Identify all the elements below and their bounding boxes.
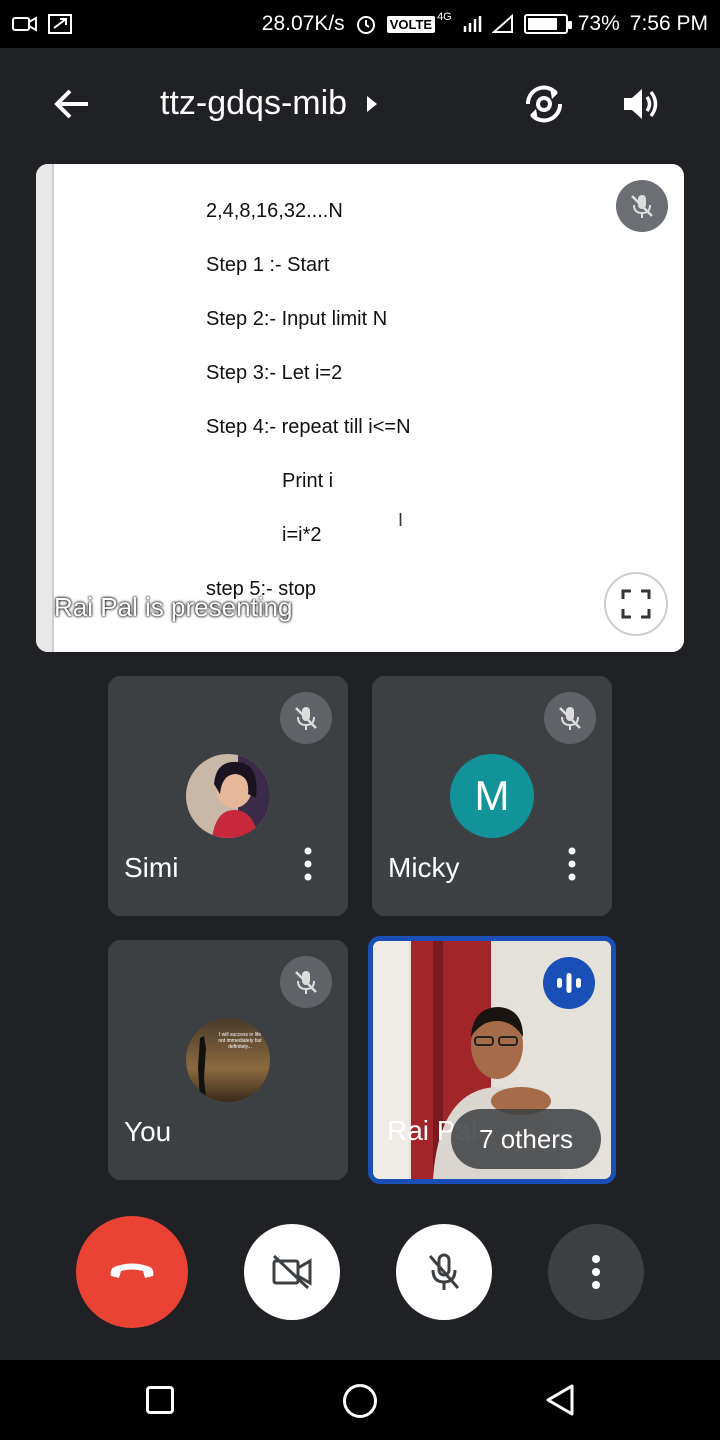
doc-line: Step 4:- repeat till i<=N xyxy=(206,416,411,438)
mute-badge xyxy=(280,692,332,744)
mic-off-icon xyxy=(631,195,653,218)
doc-line: Print i xyxy=(282,470,334,492)
screen-cast-notification-icon xyxy=(48,14,72,34)
participant-name: Simi xyxy=(124,852,179,883)
signal-icon xyxy=(463,16,481,32)
more-vert-icon xyxy=(304,847,312,881)
video-call-notification-icon xyxy=(12,16,37,32)
avatar: I will success in life not immediately b… xyxy=(186,1018,270,1102)
avatar-quote: I will success in life not immediately b… xyxy=(218,1032,262,1050)
avatar: M xyxy=(450,754,534,838)
doc-line: Step 1 :- Start xyxy=(206,254,330,276)
audio-level-icon xyxy=(557,973,581,993)
battery-percent: 73% xyxy=(577,12,620,35)
end-call-button[interactable] xyxy=(76,1216,188,1328)
back-button[interactable] xyxy=(52,84,92,124)
alarm-icon xyxy=(356,16,375,34)
participant-tile-micky[interactable]: M Micky xyxy=(372,676,612,916)
home-icon[interactable] xyxy=(343,1384,377,1418)
more-options-button[interactable] xyxy=(304,847,312,886)
more-options-button[interactable] xyxy=(568,847,576,886)
doc-line: 2,4,8,16,32....N xyxy=(206,200,343,222)
presenter-mute-badge xyxy=(616,180,668,232)
more-vert-icon xyxy=(568,847,576,881)
mic-toggle-button[interactable] xyxy=(396,1224,492,1320)
doc-line: Step 3:- Let i=2 xyxy=(206,362,343,384)
clock: 7:56 PM xyxy=(629,12,708,35)
document-margin xyxy=(36,164,54,652)
system-nav-bar xyxy=(0,1360,720,1440)
back-icon[interactable] xyxy=(544,1383,576,1417)
mute-badge xyxy=(280,956,332,1008)
camera-toggle-button[interactable] xyxy=(244,1224,340,1320)
mic-off-icon xyxy=(559,707,581,730)
meeting-title[interactable]: ttz-gdqs-mib xyxy=(160,84,379,123)
participant-tile-you[interactable]: I will success in life not immediately b… xyxy=(108,940,348,1180)
mute-badge xyxy=(544,692,596,744)
chevron-right-icon xyxy=(367,95,378,112)
doc-line: Step 2:- Input limit N xyxy=(206,308,388,330)
status-bar: 28.07K/s VOLTE 4G 73% 7:56 PM xyxy=(0,0,720,48)
mic-off-icon xyxy=(428,1253,460,1290)
back-arrow-icon xyxy=(54,89,88,119)
speaking-indicator xyxy=(543,957,595,1009)
participant-name: You xyxy=(124,1116,172,1147)
mic-off-icon xyxy=(295,971,317,994)
more-vert-icon xyxy=(592,1255,600,1289)
participant-name: Micky xyxy=(388,852,460,883)
speaker-icon xyxy=(624,89,658,119)
recents-icon[interactable] xyxy=(146,1386,174,1414)
more-options-button[interactable] xyxy=(548,1224,644,1320)
mic-off-icon xyxy=(295,707,317,730)
volte-badge: VOLTE xyxy=(386,15,436,33)
network-type: 4G xyxy=(437,11,452,23)
fullscreen-button[interactable] xyxy=(604,572,668,636)
participant-tile-rai-pal[interactable]: Rai Pal 7 others xyxy=(368,936,616,1184)
speaker-button[interactable] xyxy=(618,82,662,126)
end-call-icon xyxy=(110,1263,154,1278)
camera-off-icon xyxy=(272,1254,312,1290)
signal-2-icon xyxy=(491,14,513,33)
battery-icon xyxy=(523,14,572,34)
presentation-view[interactable]: 2,4,8,16,32....N Step 1 :- Start Step 2:… xyxy=(36,164,684,652)
switch-camera-button[interactable] xyxy=(520,80,568,128)
presenter-label: Rai Pal is presenting xyxy=(54,592,293,622)
switch-camera-icon xyxy=(525,85,563,123)
participant-tile-simi[interactable]: Simi xyxy=(108,676,348,916)
others-chip[interactable]: 7 others xyxy=(451,1109,601,1169)
meeting-code: ttz-gdqs-mib xyxy=(160,84,348,122)
avatar xyxy=(186,754,270,838)
net-speed: 28.07K/s xyxy=(261,12,345,35)
fullscreen-icon xyxy=(621,589,651,619)
text-cursor-icon: I xyxy=(398,510,404,530)
doc-line: i=i*2 xyxy=(282,524,322,546)
